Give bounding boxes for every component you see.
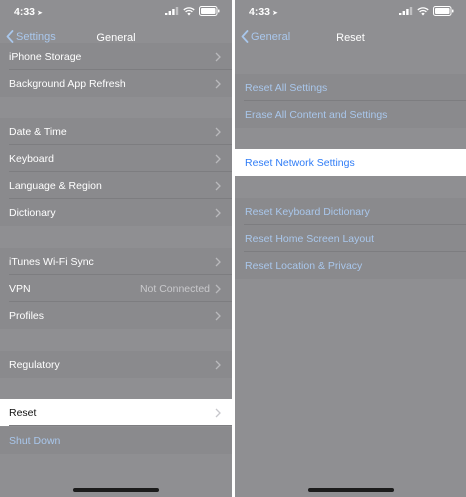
row-label: Keyboard xyxy=(9,152,54,165)
row-erase-all-content[interactable]: Erase All Content and Settings xyxy=(235,101,466,128)
row-label: iTunes Wi-Fi Sync xyxy=(9,255,94,268)
chevron-right-icon xyxy=(215,311,221,321)
row-label: Reset Keyboard Dictionary xyxy=(245,205,370,218)
status-time: 4:33 ➤ xyxy=(249,6,278,18)
general-settings-screen: 4:33 ➤ Settings General iPhone Storage Ba… xyxy=(0,0,232,497)
row-label: Reset All Settings xyxy=(245,81,328,94)
row-label: Language & Region xyxy=(9,179,102,192)
row-label: Reset Location & Privacy xyxy=(245,259,363,272)
status-bar: 4:33 ➤ xyxy=(0,0,232,22)
row-language-region[interactable]: Language & Region xyxy=(0,172,232,199)
row-date-time[interactable]: Date & Time xyxy=(0,118,232,145)
battery-icon xyxy=(433,6,454,16)
row-iphone-storage[interactable]: iPhone Storage xyxy=(0,43,232,70)
chevron-right-icon xyxy=(215,79,221,89)
row-itunes-wifi-sync[interactable]: iTunes Wi-Fi Sync xyxy=(0,248,232,275)
row-dictionary[interactable]: Dictionary xyxy=(0,199,232,226)
chevron-right-icon xyxy=(215,127,221,137)
row-vpn[interactable]: VPN Not Connected xyxy=(0,275,232,302)
row-label: Background App Refresh xyxy=(9,77,126,90)
chevron-right-icon xyxy=(215,257,221,267)
row-label: Shut Down xyxy=(9,434,61,447)
row-label: Dictionary xyxy=(9,206,56,219)
location-arrow-icon: ➤ xyxy=(272,10,278,17)
row-label: Erase All Content and Settings xyxy=(245,108,388,121)
chevron-right-icon xyxy=(215,284,221,294)
status-icons xyxy=(165,6,220,16)
row-reset-keyboard-dictionary[interactable]: Reset Keyboard Dictionary xyxy=(235,198,466,225)
row-reset-network-settings[interactable]: Reset Network Settings xyxy=(235,149,466,176)
row-label: Regulatory xyxy=(9,358,60,371)
cellular-signal-icon xyxy=(399,7,413,15)
row-background-app-refresh[interactable]: Background App Refresh xyxy=(0,70,232,97)
home-indicator xyxy=(73,488,159,492)
wifi-icon xyxy=(183,6,195,15)
status-time: 4:33 ➤ xyxy=(14,6,43,18)
reset-settings-screen: 4:33 ➤ General Reset Reset All Settings E… xyxy=(235,0,466,497)
page-title: Reset xyxy=(336,32,365,44)
row-label: Reset xyxy=(9,406,37,419)
navigation-bar: General Reset xyxy=(235,24,466,52)
row-reset-home-screen-layout[interactable]: Reset Home Screen Layout xyxy=(235,225,466,252)
row-keyboard[interactable]: Keyboard xyxy=(0,145,232,172)
row-reset[interactable]: Reset xyxy=(0,399,232,426)
chevron-right-icon xyxy=(215,154,221,164)
location-arrow-icon: ➤ xyxy=(37,10,43,17)
chevron-right-icon xyxy=(215,360,221,370)
status-bar: 4:33 ➤ xyxy=(235,0,466,22)
wifi-icon xyxy=(417,6,429,15)
row-profiles[interactable]: Profiles xyxy=(0,302,232,329)
row-label: Date & Time xyxy=(9,125,67,138)
status-icons xyxy=(399,6,454,16)
row-reset-location-privacy[interactable]: Reset Location & Privacy xyxy=(235,252,466,279)
row-reset-all-settings[interactable]: Reset All Settings xyxy=(235,74,466,101)
chevron-right-icon xyxy=(215,52,221,62)
cellular-signal-icon xyxy=(165,7,179,15)
row-label: VPN xyxy=(9,282,31,295)
row-regulatory[interactable]: Regulatory xyxy=(0,351,232,378)
home-indicator xyxy=(307,488,394,492)
chevron-right-icon xyxy=(215,181,221,191)
row-shut-down[interactable]: Shut Down xyxy=(0,427,232,454)
row-label: Reset Network Settings xyxy=(245,156,355,169)
row-label: Profiles xyxy=(9,309,45,322)
battery-icon xyxy=(199,6,220,16)
chevron-right-icon xyxy=(215,208,221,218)
vpn-status: Not Connected xyxy=(139,283,210,295)
row-label: Reset Home Screen Layout xyxy=(245,232,374,245)
chevron-right-icon xyxy=(215,408,221,418)
row-label: iPhone Storage xyxy=(9,50,82,63)
